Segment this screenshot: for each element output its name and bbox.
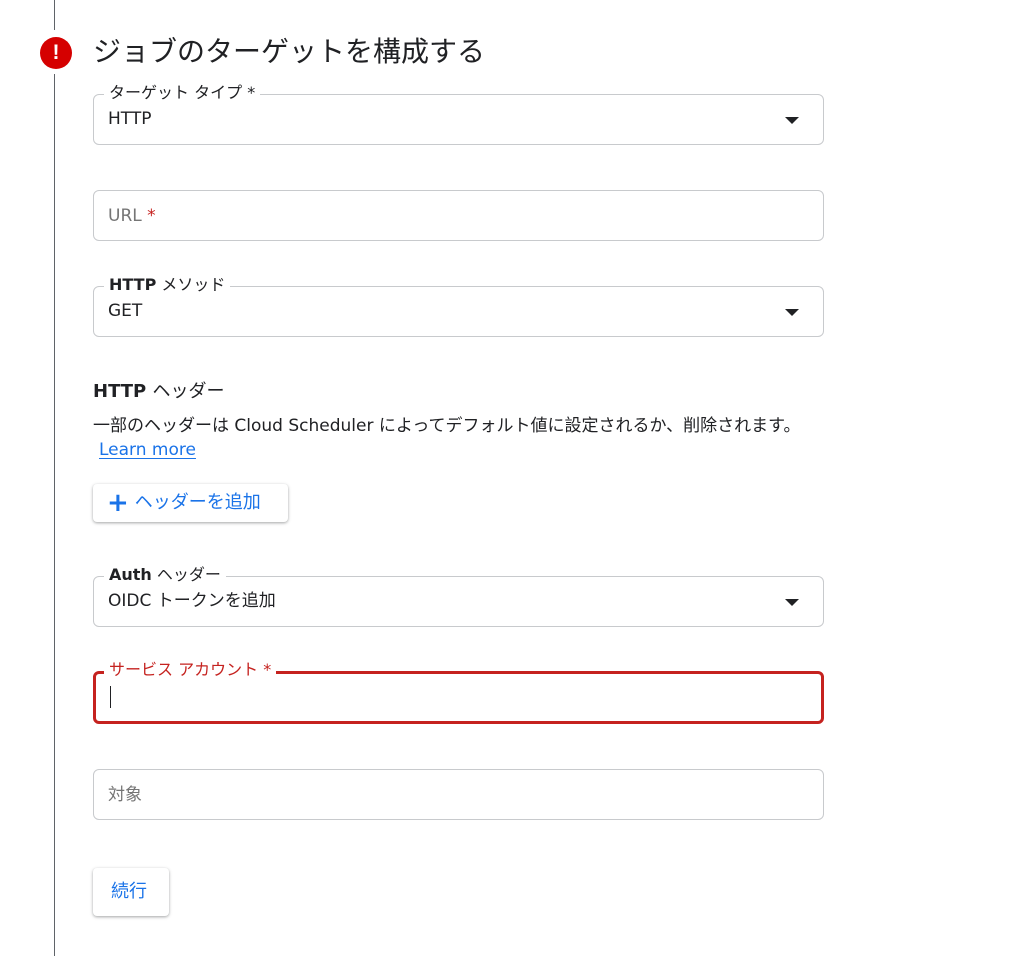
text-cursor	[110, 686, 111, 708]
service-account-input[interactable]: サービス アカウント *	[93, 660, 824, 724]
target-type-label: ターゲット タイプ *	[104, 83, 261, 103]
exclamation-icon: !	[40, 37, 72, 69]
service-account-label: サービス アカウント *	[104, 660, 277, 680]
dropdown-arrow-icon	[785, 309, 799, 316]
target-type-select[interactable]: ターゲット タイプ * HTTP	[93, 83, 824, 145]
http-headers-description: 一部のヘッダーは Cloud Scheduler によってデフォルト値に設定され…	[93, 416, 801, 460]
auth-header-select[interactable]: Auth ヘッダー OIDC トークンを追加	[93, 565, 824, 627]
dropdown-arrow-icon	[785, 117, 799, 124]
dropdown-arrow-icon	[785, 599, 799, 606]
stepper-rail	[54, 0, 55, 956]
auth-header-label: Auth ヘッダー	[104, 565, 226, 585]
http-headers-title: HTTP ヘッダー	[93, 381, 225, 402]
url-input[interactable]: URL *	[93, 190, 824, 241]
http-method-label: HTTP メソッド	[104, 275, 231, 295]
learn-more-link[interactable]: Learn more	[99, 440, 196, 460]
add-header-button[interactable]: + ヘッダーを追加	[93, 484, 288, 522]
audience-input[interactable]: 対象	[93, 769, 824, 820]
url-placeholder: URL *	[108, 206, 156, 226]
audience-placeholder: 対象	[108, 785, 142, 805]
step-title[interactable]: ジョブのターゲットを構成する	[93, 32, 485, 72]
plus-icon: +	[107, 488, 129, 518]
http-method-value: GET	[108, 301, 143, 321]
continue-button[interactable]: 続行	[93, 868, 169, 916]
target-type-value: HTTP	[108, 109, 152, 129]
http-method-select[interactable]: HTTP メソッド GET	[93, 275, 824, 337]
auth-header-value: OIDC トークンを追加	[108, 591, 276, 611]
